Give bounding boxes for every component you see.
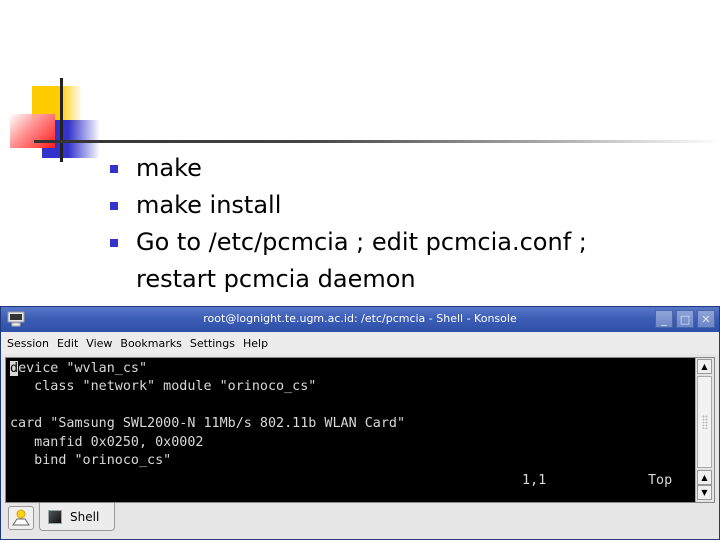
scroll-down-arrow-icon[interactable]: ▼ (697, 485, 712, 500)
terminal-line: bind "orinoco_cs" (10, 453, 172, 469)
scroll-up-arrow-icon[interactable]: ▲ (697, 359, 712, 374)
bullet-item: make install (110, 187, 710, 224)
maximize-button[interactable]: □ (676, 310, 694, 328)
title-bar[interactable]: root@lognight.te.ugm.ac.id: /etc/pcmcia … (1, 307, 719, 332)
cursor-position: 1,1 (522, 473, 547, 488)
menu-view[interactable]: View (86, 337, 112, 350)
bullet-square-icon (110, 202, 118, 210)
terminal-line: device "wvlan_cs" (10, 361, 148, 376)
menu-settings[interactable]: Settings (190, 337, 235, 350)
title-underline (34, 140, 720, 143)
menu-bookmarks[interactable]: Bookmarks (120, 337, 181, 350)
session-tab-bar: Shell (1, 503, 719, 539)
menu-help[interactable]: Help (243, 337, 268, 350)
window-title: root@lognight.te.ugm.ac.id: /etc/pcmcia … (203, 312, 517, 325)
menu-session[interactable]: Session (7, 337, 49, 350)
terminal-line: manfid 0x0250, 0x0002 (10, 434, 204, 450)
menu-bar: Session Edit View Bookmarks Settings Hel… (1, 332, 719, 354)
new-session-icon (12, 509, 30, 526)
bullet-list: make make install Go to /etc/pcmcia ; ed… (110, 150, 710, 298)
bullet-item: make (110, 150, 710, 187)
decor-vertical-line (60, 78, 63, 162)
bullet-square-icon (110, 165, 118, 173)
tab-shell[interactable]: Shell (39, 503, 115, 531)
vertical-scrollbar[interactable]: ▲ ▲ ▼ (695, 358, 714, 502)
terminal-line: card "Samsung SWL2000-N 11Mb/s 802.11b W… (10, 416, 406, 432)
grip-icon (702, 415, 708, 429)
terminal-icon (48, 509, 62, 524)
close-button[interactable]: ✕ (697, 310, 715, 328)
bullet-square-icon (110, 239, 118, 247)
terminal-text[interactable]: device "wvlan_cs" class "network" module… (6, 358, 696, 502)
bullet-item: Go to /etc/pcmcia ; edit pcmcia.conf ; re… (110, 224, 710, 298)
terminal-area[interactable]: device "wvlan_cs" class "network" module… (5, 357, 715, 503)
scroll-position: Top (648, 473, 673, 488)
terminal-line: class "network" module "orinoco_cs" (10, 379, 317, 395)
new-session-button[interactable] (8, 506, 34, 530)
text-cursor: d (10, 361, 19, 376)
scrollbar-thumb[interactable] (697, 376, 712, 468)
minimize-button[interactable]: _ (655, 310, 673, 328)
scroll-up-arrow-icon[interactable]: ▲ (697, 470, 712, 485)
menu-edit[interactable]: Edit (57, 337, 78, 350)
konsole-window: root@lognight.te.ugm.ac.id: /etc/pcmcia … (0, 306, 720, 540)
